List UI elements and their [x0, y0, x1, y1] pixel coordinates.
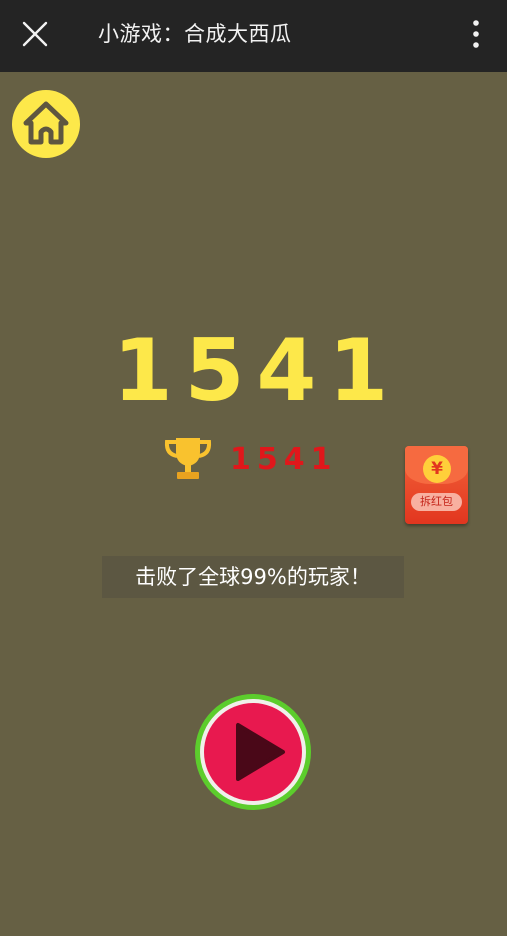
trophy-icon — [164, 438, 212, 479]
play-button[interactable] — [193, 692, 313, 812]
red-packet-label: 拆红包 — [411, 493, 462, 511]
page-title: 小游戏：合成大西瓜 — [98, 22, 292, 46]
play-icon — [195, 694, 311, 810]
coin-icon: ¥ — [423, 455, 451, 483]
close-icon — [22, 21, 48, 47]
more-options-button[interactable] — [458, 14, 494, 56]
top-bar: 小游戏：合成大西瓜 — [0, 0, 507, 72]
best-score: 1541 — [230, 442, 338, 477]
more-vertical-icon — [473, 20, 479, 48]
current-score: 1541 — [112, 321, 401, 421]
red-packet-button[interactable]: ¥ 拆红包 — [405, 446, 468, 524]
close-button[interactable] — [14, 14, 56, 56]
ranking-text: 击败了全球99%的玩家！ — [102, 556, 404, 598]
home-icon — [23, 101, 69, 145]
home-button[interactable] — [12, 90, 80, 158]
